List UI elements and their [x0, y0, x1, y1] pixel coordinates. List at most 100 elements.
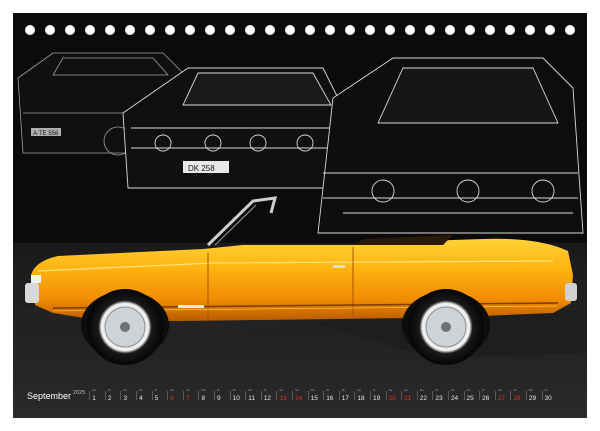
- day-cell: Mo 8: [198, 388, 214, 402]
- day-number: 1: [92, 395, 96, 402]
- day-cell: Do 18: [354, 388, 370, 402]
- binding-hole: [425, 25, 435, 35]
- day-cell: Do 4: [136, 388, 152, 402]
- rear-bumper: [565, 283, 577, 301]
- day-cell: Di 9: [214, 388, 230, 402]
- day-number: 2: [107, 395, 112, 402]
- day-number: 15: [310, 395, 318, 402]
- day-number: 9: [217, 395, 221, 402]
- plate-left: A·TE 556: [33, 131, 59, 137]
- day-cell: So 28: [510, 388, 526, 402]
- day-cell: Fr 26: [479, 388, 495, 402]
- front-bumper: [25, 283, 39, 303]
- day-cell: Do 25: [463, 388, 480, 402]
- day-list: Mo 1 Di 2 Mi 3 Do 4 Fr 5 Sa 6 So 7 Mo 8 Di 9 Mi 10 Do 11 Fr 12 S…: [89, 388, 557, 402]
- day-number: 8: [201, 395, 206, 402]
- day-weekday: Di: [326, 388, 330, 392]
- interior: [353, 235, 453, 245]
- day-number: 30: [544, 395, 552, 402]
- day-number: 28: [513, 395, 521, 402]
- day-cell: So 14: [292, 388, 308, 402]
- day-cell: Sa 27: [494, 388, 511, 402]
- day-weekday: Do: [466, 388, 471, 392]
- day-cell: Fr 19: [369, 388, 386, 402]
- day-number: 16: [326, 395, 334, 402]
- day-number: 23: [435, 395, 443, 402]
- rear-wheel: [408, 289, 484, 365]
- binding-hole: [65, 25, 75, 35]
- day-weekday: Mi: [232, 388, 236, 392]
- day-cell: Mi 10: [229, 388, 246, 402]
- day-weekday: Mo: [528, 388, 534, 392]
- day-weekday: Sa: [279, 388, 284, 392]
- day-weekday: Di: [217, 388, 220, 392]
- day-weekday: Fr: [263, 388, 267, 392]
- day-cell: So 7: [182, 388, 199, 402]
- day-number: 25: [466, 395, 474, 402]
- day-weekday: Do: [248, 388, 253, 392]
- day-cell: Fr 12: [260, 388, 277, 402]
- day-number: 19: [372, 395, 381, 402]
- binding-hole: [105, 25, 115, 35]
- day-number: 24: [450, 395, 459, 402]
- binding-hole: [565, 25, 575, 35]
- day-cell: Mo 29: [525, 388, 542, 402]
- binding-hole: [185, 25, 195, 35]
- binding-hole: [85, 25, 95, 35]
- day-weekday: Sa: [388, 388, 393, 392]
- day-cell: Mi 24: [447, 388, 464, 402]
- day-number: 21: [404, 395, 412, 402]
- day-weekday: Fr: [482, 388, 485, 392]
- binding-hole: [445, 25, 455, 35]
- binding-hole: [245, 25, 255, 35]
- binding-hole: [165, 25, 175, 35]
- day-weekday: So: [404, 388, 408, 392]
- day-cell: So 21: [401, 388, 417, 402]
- day-number: 17: [341, 395, 350, 402]
- day-weekday: Di: [544, 388, 548, 392]
- binding-hole: [365, 25, 375, 35]
- month-label: September: [27, 391, 72, 401]
- day-cell: Do 11: [245, 388, 261, 402]
- day-cell: Mi 17: [338, 388, 355, 402]
- day-number: 11: [248, 395, 255, 402]
- day-number: 27: [497, 395, 505, 402]
- windshield-frame: [206, 196, 278, 247]
- binding-hole: [225, 25, 235, 35]
- binding-hole: [505, 25, 515, 35]
- binding-hole: [265, 25, 275, 35]
- binding-hole: [325, 25, 335, 35]
- binding-hole: [145, 25, 155, 35]
- day-weekday: Do: [357, 388, 362, 392]
- binding-hole: [385, 25, 395, 35]
- day-cell: Sa 6: [167, 388, 183, 402]
- day-cell: Di 2: [104, 388, 121, 402]
- background-car-right: [317, 57, 584, 234]
- day-weekday: Fr: [372, 388, 376, 392]
- photo: A·TE 556 DK 258: [13, 52, 587, 418]
- headlight: [31, 275, 41, 283]
- day-weekday: Sa: [170, 388, 174, 392]
- day-number: 20: [388, 395, 396, 402]
- day-cell: Di 16: [323, 388, 339, 402]
- binding-hole: [205, 25, 215, 35]
- day-number: 18: [357, 395, 365, 402]
- day-weekday: Mi: [123, 388, 127, 392]
- year-label: 2025: [73, 390, 86, 396]
- day-number: 29: [528, 395, 537, 402]
- binding-hole: [485, 25, 495, 35]
- day-weekday: Sa: [497, 388, 502, 392]
- day-weekday: So: [295, 388, 299, 392]
- day-weekday: Fr: [154, 388, 158, 392]
- day-weekday: Mo: [419, 388, 424, 392]
- day-number: 7: [185, 395, 190, 402]
- day-weekday: So: [185, 388, 190, 392]
- day-weekday: Mo: [310, 388, 315, 392]
- binding-hole: [405, 25, 415, 35]
- binding-hole: [125, 25, 135, 35]
- binding-hole: [545, 25, 555, 35]
- day-cell: Mo 15: [307, 388, 324, 402]
- day-weekday: Di: [435, 388, 439, 392]
- day-weekday: Mi: [341, 388, 345, 392]
- binding-hole: [305, 25, 315, 35]
